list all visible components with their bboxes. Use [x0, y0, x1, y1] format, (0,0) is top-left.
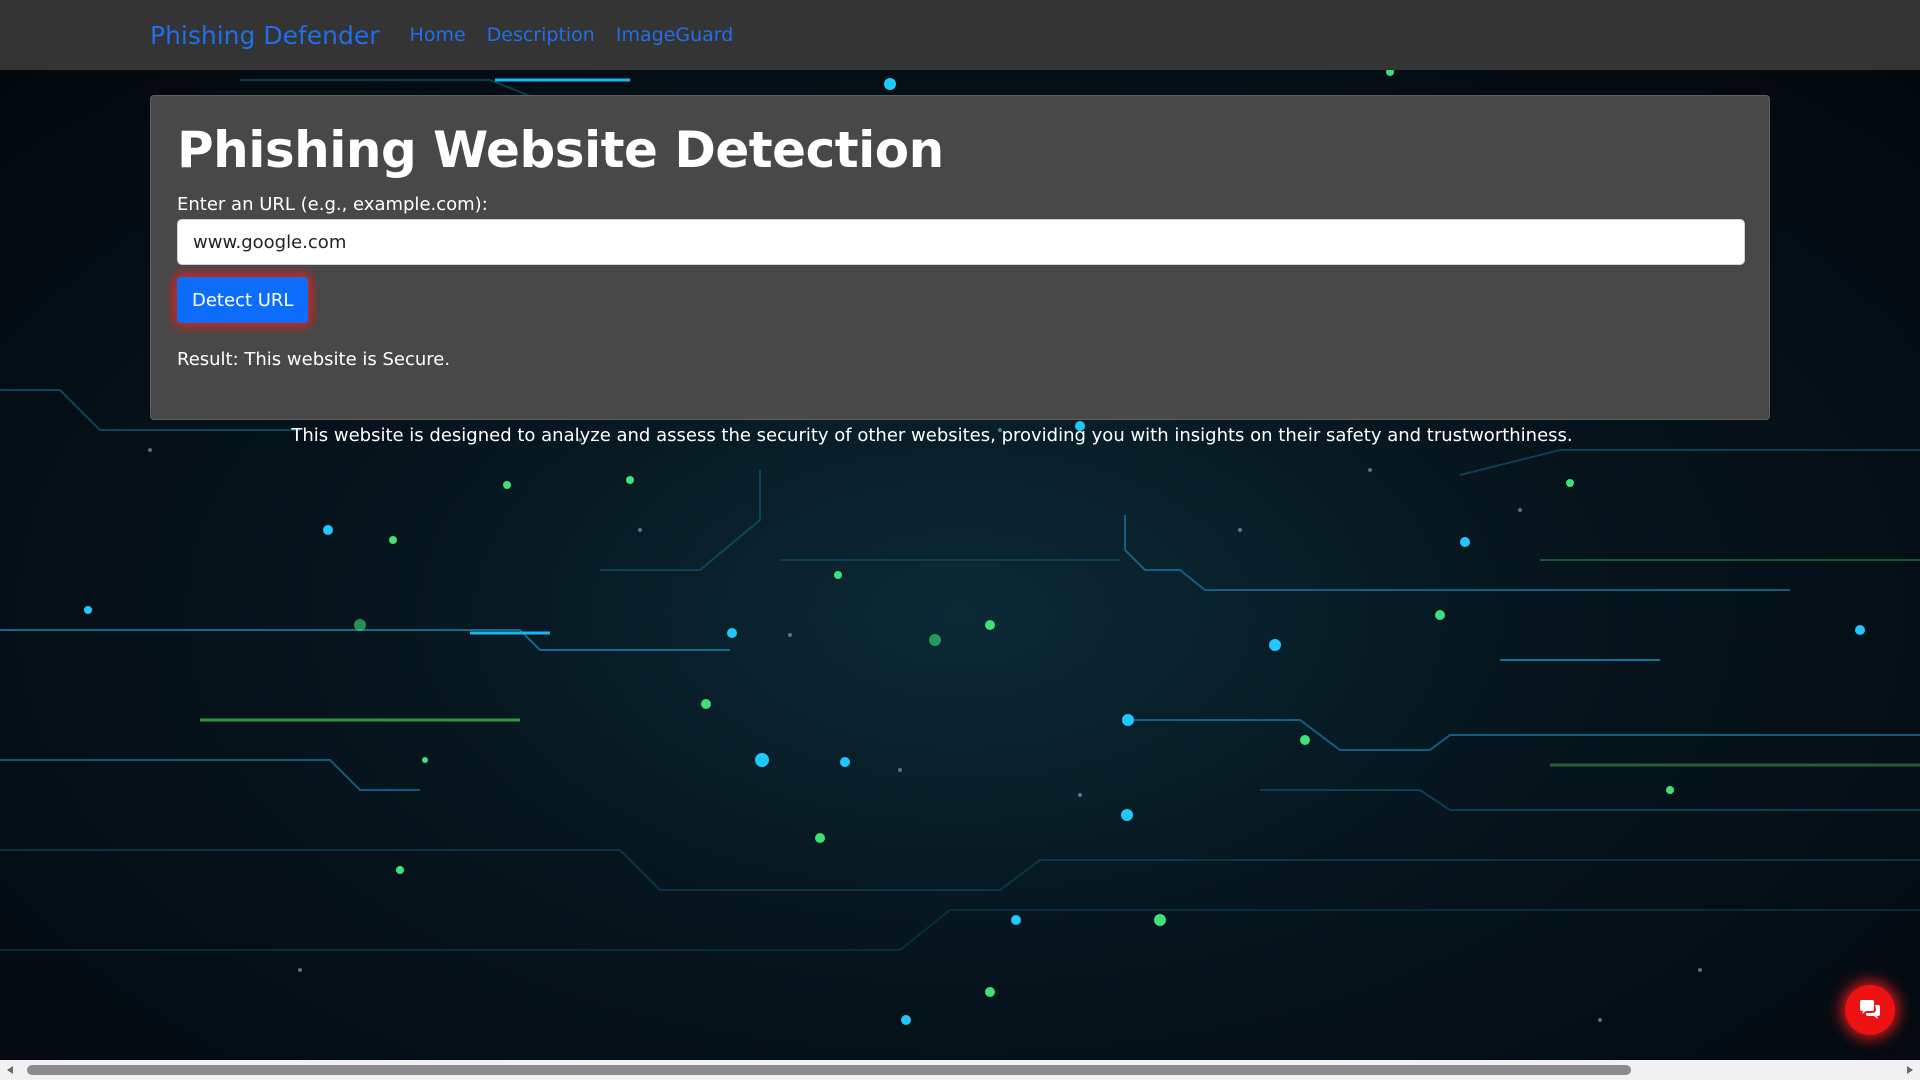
detect-url-button[interactable]: Detect URL	[177, 277, 309, 323]
chat-button[interactable]	[1845, 985, 1895, 1035]
brand-link[interactable]: Phishing Defender	[150, 21, 380, 50]
site-description: This website is designed to analyze and …	[291, 425, 1573, 446]
nav-link-description[interactable]: Description	[487, 24, 595, 46]
triangle-left-icon[interactable]	[4, 1064, 16, 1076]
nav-link-imageguard[interactable]: ImageGuard	[616, 24, 733, 46]
nav-link-home[interactable]: Home	[410, 24, 466, 46]
url-input[interactable]	[177, 219, 1745, 265]
chat-bubbles-icon	[1860, 1000, 1880, 1019]
url-input-label: Enter an URL (e.g., example.com):	[177, 194, 488, 215]
page-title: Phishing Website Detection	[177, 121, 944, 179]
result-text: Result: This website is Secure.	[177, 349, 451, 370]
detection-card: Phishing Website Detection Enter an URL …	[150, 95, 1770, 420]
triangle-right-icon[interactable]	[1904, 1064, 1916, 1076]
horizontal-scrollbar[interactable]	[0, 1060, 1920, 1080]
scrollbar-thumb[interactable]	[27, 1065, 1631, 1075]
top-navbar: Phishing Defender Home Description Image…	[0, 0, 1920, 70]
